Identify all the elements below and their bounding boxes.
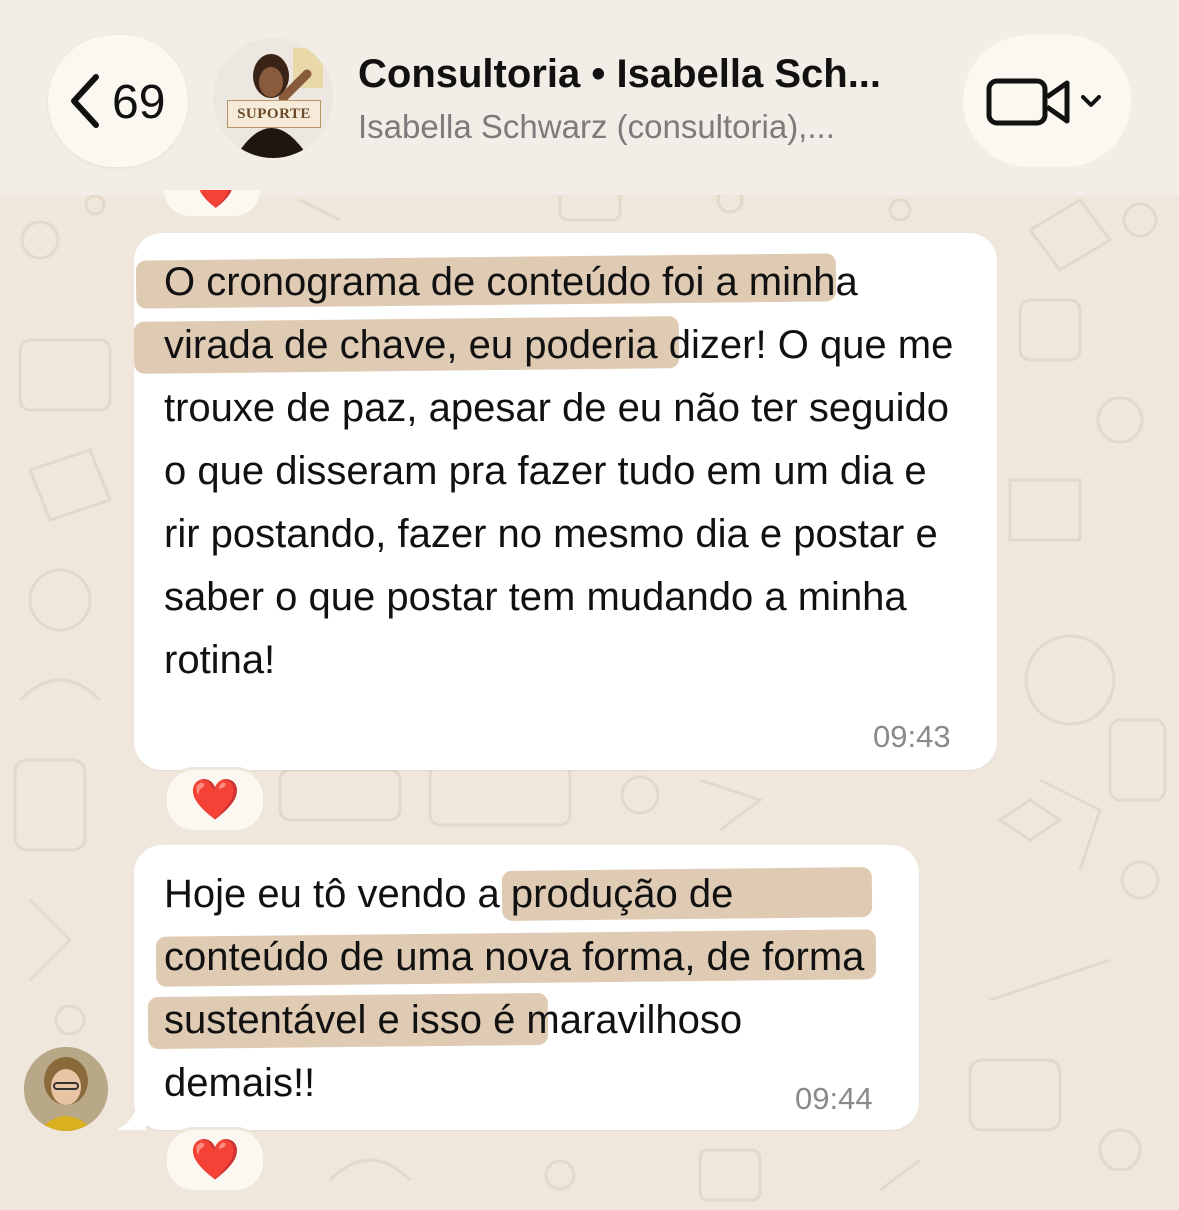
chevron-left-icon <box>71 74 99 128</box>
unread-count: 69 <box>112 76 166 129</box>
person-photo-icon <box>213 38 333 158</box>
bubble-tail <box>116 1102 146 1130</box>
message-bubble[interactable]: Hoje eu tô vendo a produção de conteúdo … <box>116 845 919 1130</box>
chat-title[interactable]: Consultoria • Isabella Sch... <box>358 52 928 97</box>
person-photo-icon <box>24 1047 108 1131</box>
video-camera-icon <box>986 78 1101 126</box>
chat-header: 69 SUPORTE Consultoria • Isabella Sch...… <box>0 0 1179 195</box>
back-button[interactable]: 69 <box>48 35 188 167</box>
message-reaction[interactable]: ❤️ <box>164 1127 266 1193</box>
message-timestamp: 09:44 <box>795 1081 873 1116</box>
chat-participants[interactable]: Isabella Schwarz (consultoria),... <box>358 108 928 146</box>
message-text: O cronograma de conteúdo foi a minha vir… <box>164 260 954 682</box>
group-avatar[interactable]: SUPORTE <box>213 38 333 158</box>
heart-icon: ❤️ <box>190 1138 240 1182</box>
previous-reaction[interactable]: ❤️ <box>164 190 260 216</box>
video-call-button[interactable] <box>963 35 1131 167</box>
sender-avatar[interactable] <box>24 1047 108 1131</box>
message-reaction[interactable]: ❤️ <box>164 767 266 833</box>
message-bubble[interactable]: O cronograma de conteúdo foi a minha vir… <box>133 233 997 770</box>
heart-icon: ❤️ <box>197 190 235 210</box>
message-timestamp: 09:43 <box>873 719 951 754</box>
heart-icon: ❤️ <box>190 778 240 822</box>
group-avatar-tag: SUPORTE <box>227 100 321 128</box>
message-text: Hoje eu tô vendo a produção de conteúdo … <box>164 872 865 1105</box>
